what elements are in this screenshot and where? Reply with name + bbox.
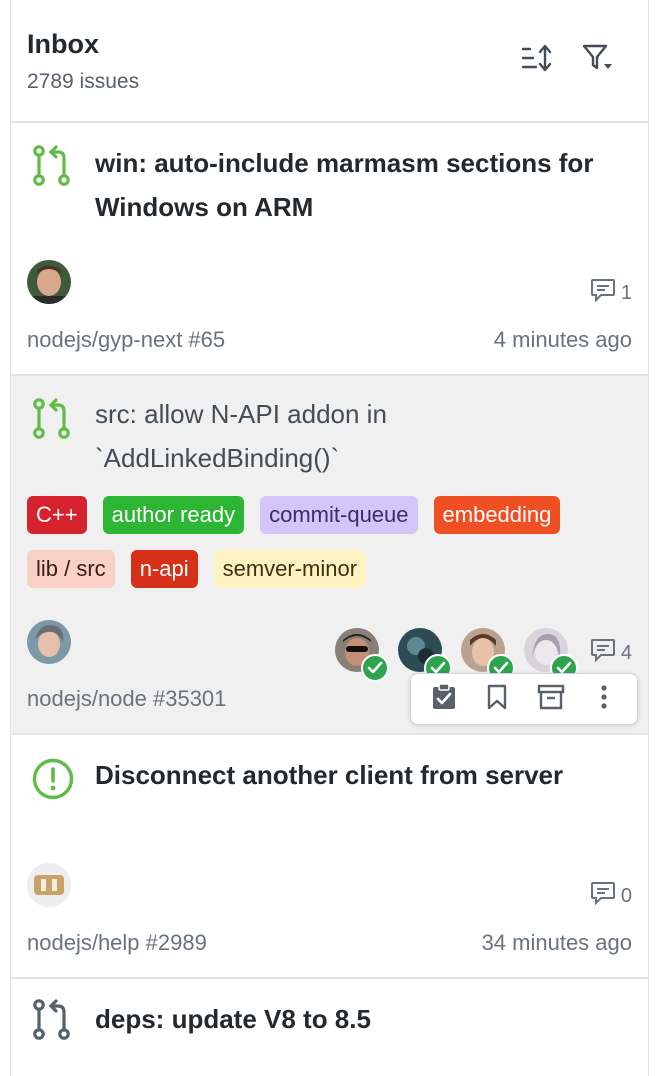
- label-badge[interactable]: C++: [27, 496, 87, 534]
- comment-count: 1: [590, 278, 632, 308]
- comment-count: 0: [590, 881, 632, 911]
- notification-item[interactable]: win: auto-include marmasm sections for W…: [11, 123, 648, 376]
- notification-item[interactable]: deps: update V8 to 8.5: [11, 979, 648, 1076]
- notification-item[interactable]: Disconnect another client from server 0 …: [11, 735, 648, 979]
- inbox-panel: Inbox 2789 issues win: auto-include marm…: [10, 0, 649, 1076]
- filter-button[interactable]: [579, 40, 619, 80]
- comment-count-value: 4: [620, 641, 632, 664]
- repo-name[interactable]: nodejs/help #2989: [27, 930, 207, 956]
- timestamp: 34 minutes ago: [481, 930, 632, 955]
- item-title[interactable]: src: allow N-API addon in `AddLinkedBind…: [95, 392, 618, 480]
- repo-name[interactable]: nodejs/node #35301: [27, 686, 226, 712]
- label-badge[interactable]: embedding: [433, 496, 561, 534]
- issue-open-icon: [31, 757, 75, 806]
- label-badge[interactable]: semver-minor: [213, 550, 367, 588]
- comment-count-value: 1: [620, 281, 632, 304]
- sort-icon: [521, 44, 553, 77]
- archive-icon: [537, 684, 565, 715]
- item-action-bar: [410, 673, 638, 725]
- archive-button[interactable]: [529, 677, 573, 721]
- more-icon: [600, 684, 608, 715]
- avatar[interactable]: [27, 260, 71, 304]
- reviewer-list: [335, 628, 578, 682]
- label-badge[interactable]: lib / src: [27, 550, 115, 588]
- comment-count-value: 0: [620, 884, 632, 907]
- reviewer-avatar[interactable]: [461, 628, 515, 682]
- page-title: Inbox: [27, 29, 99, 59]
- reviewer-avatar[interactable]: [398, 628, 452, 682]
- comment-icon: [590, 278, 616, 308]
- item-title[interactable]: deps: update V8 to 8.5: [95, 997, 618, 1041]
- filter-icon: [582, 43, 616, 78]
- bookmark-button[interactable]: [475, 677, 519, 721]
- avatar[interactable]: [27, 863, 71, 907]
- more-button[interactable]: [582, 677, 626, 721]
- comment-icon: [590, 881, 616, 911]
- pull-request-icon: [31, 398, 73, 445]
- comment-count: 4: [590, 638, 632, 668]
- sort-button[interactable]: [517, 40, 557, 80]
- approved-check-icon: [361, 654, 389, 682]
- mark-done-icon: [431, 682, 457, 716]
- label-list: C++ author ready commit-queue embedding lib …: [27, 496, 628, 588]
- notification-item-selected[interactable]: src: allow N-API addon in `AddLinkedBind…: [11, 376, 648, 735]
- avatar[interactable]: [27, 620, 71, 664]
- reviewer-avatar[interactable]: [524, 628, 578, 682]
- label-badge[interactable]: author ready: [102, 496, 245, 534]
- issue-count: 2789 issues: [27, 70, 140, 93]
- inbox-header: Inbox 2789 issues: [11, 0, 648, 123]
- timestamp: 4 minutes ago: [493, 327, 632, 352]
- bookmark-icon: [486, 684, 508, 715]
- comment-icon: [590, 638, 616, 668]
- label-badge[interactable]: n-api: [130, 550, 198, 588]
- repo-name[interactable]: nodejs/gyp-next #65: [27, 327, 225, 353]
- item-title[interactable]: win: auto-include marmasm sections for W…: [95, 141, 618, 229]
- label-badge[interactable]: commit-queue: [260, 496, 418, 534]
- mark-done-button[interactable]: [422, 677, 466, 721]
- pull-request-icon: [31, 999, 73, 1046]
- reviewer-avatar[interactable]: [335, 628, 389, 682]
- pull-request-icon: [31, 145, 73, 192]
- item-title[interactable]: Disconnect another client from server: [95, 753, 618, 797]
